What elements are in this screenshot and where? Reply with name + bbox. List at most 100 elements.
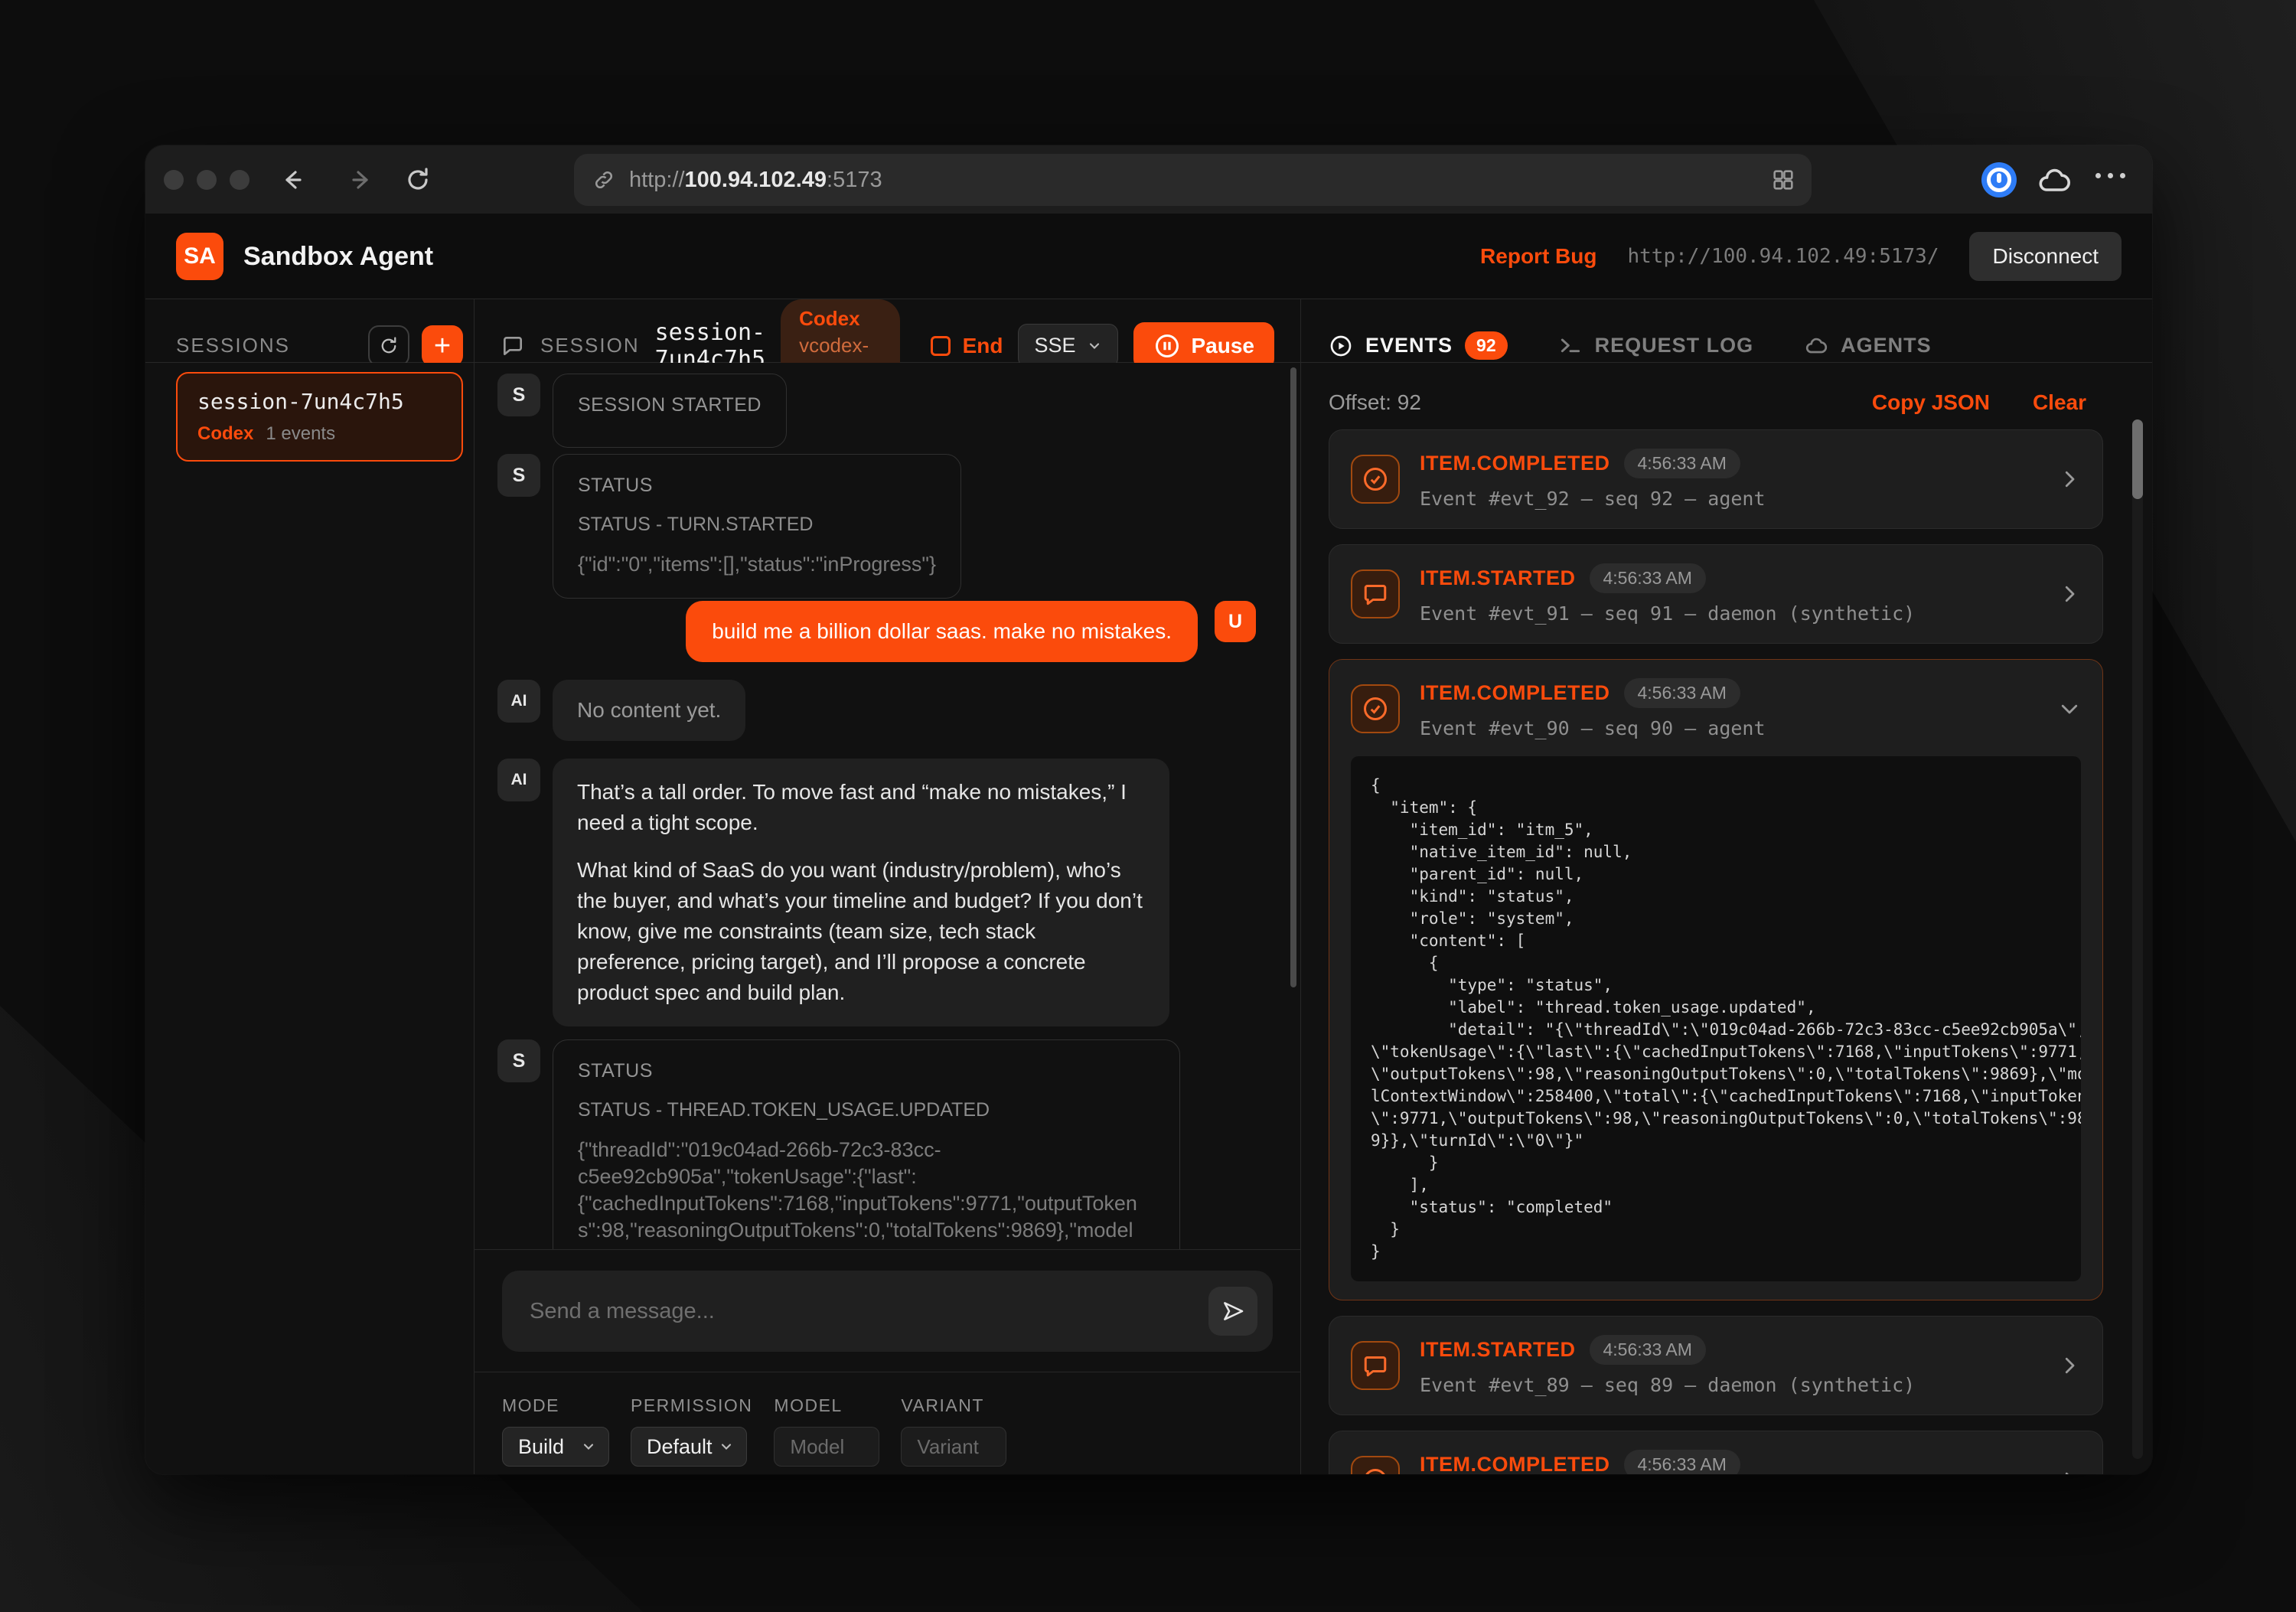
message-status-turn-started: S STATUS STATUS - TURN.STARTED {"id":"0"…	[497, 454, 961, 599]
event-card-expanded[interactable]: ITEM.COMPLETED 4:56:33 AM Event #evt_90 …	[1329, 659, 2103, 1300]
event-meta: Event #evt_89 — seq 89 — daemon (synthet…	[1420, 1374, 2038, 1396]
event-time-badge: 4:56:33 AM	[1590, 563, 1706, 593]
variant-input[interactable]	[901, 1427, 1006, 1467]
event-card[interactable]: ITEM.STARTED 4:56:33 AM Event #evt_91 — …	[1329, 544, 2103, 644]
end-session-button[interactable]: End	[931, 334, 1003, 358]
tab-agents[interactable]: AGENTS	[1804, 334, 1932, 358]
session-item-agent: Codex	[197, 423, 253, 445]
forward-icon[interactable]	[346, 165, 377, 195]
event-time-badge: 4:56:33 AM	[1624, 449, 1740, 478]
transport-select[interactable]: SSE	[1018, 324, 1117, 367]
chat-bubble-icon	[501, 334, 525, 358]
message-bubble: SESSION STARTED	[553, 374, 787, 448]
message-list: S SESSION STARTED S STATUS STATUS - TURN…	[475, 363, 1300, 1249]
password-manager-icon[interactable]	[1981, 162, 2017, 197]
check-circle-icon	[1351, 455, 1400, 504]
browser-menu-icon[interactable]	[2095, 173, 2125, 178]
play-circle-icon	[1329, 334, 1353, 358]
back-icon[interactable]	[277, 165, 308, 195]
event-card[interactable]: ITEM.COMPLETED 4:56:33 AM Event #evt_88 …	[1329, 1431, 2103, 1474]
chat-bubble-icon	[1351, 569, 1400, 618]
chevron-right-icon	[2058, 1354, 2081, 1377]
zoom-window-button[interactable]	[230, 170, 249, 190]
event-time-badge: 4:56:33 AM	[1590, 1335, 1706, 1365]
ai-avatar: AI	[497, 680, 540, 723]
message-bubble: STATUS STATUS - THREAD.TOKEN_USAGE.UPDAT…	[553, 1039, 1180, 1249]
chevron-down-icon	[1087, 338, 1102, 354]
model-input[interactable]	[774, 1427, 879, 1467]
variant-label: VARIANT	[901, 1395, 1006, 1416]
tab-request-log[interactable]: REQUEST LOG	[1558, 334, 1754, 358]
message-user: build me a billion dollar saas. make no …	[686, 601, 1256, 662]
event-time-badge: 4:56:33 AM	[1624, 1450, 1740, 1474]
cloud-icon[interactable]	[2036, 162, 2073, 199]
mode-label: MODE	[502, 1395, 609, 1416]
events-scrollbar-track[interactable]	[2132, 424, 2143, 1459]
user-message-bubble: build me a billion dollar saas. make no …	[686, 601, 1198, 662]
message-input[interactable]	[530, 1299, 1208, 1324]
user-avatar: U	[1215, 601, 1256, 642]
sessions-panel-title: SESSIONS	[176, 334, 290, 357]
model-label: MODEL	[774, 1395, 879, 1416]
cloud-icon	[1804, 334, 1828, 358]
permission-select[interactable]: Default	[631, 1427, 747, 1467]
mode-select[interactable]: Build	[502, 1427, 609, 1467]
event-type: ITEM.COMPLETED	[1420, 1453, 1610, 1474]
system-avatar: S	[497, 1039, 540, 1082]
event-payload: { "item": { "item_id": "itm_5", "native_…	[1351, 756, 2081, 1281]
check-circle-icon	[1351, 1456, 1400, 1474]
event-meta: Event #evt_91 — seq 91 — daemon (synthet…	[1420, 602, 2038, 625]
clear-events-button[interactable]: Clear	[2033, 390, 2086, 415]
app-header: SA Sandbox Agent Report Bug http://100.9…	[145, 214, 2152, 299]
system-avatar: S	[497, 374, 540, 416]
session-label: SESSION	[540, 334, 640, 357]
main-content: session-7un4c7h5 Codex 1 events S SESSIO…	[145, 363, 2152, 1474]
url-bar[interactable]: http://100.94.102.49:5173	[574, 154, 1812, 206]
chevron-down-icon	[719, 1439, 734, 1454]
tab-events[interactable]: EVENTS 92	[1329, 331, 1508, 360]
message-bubble: STATUS STATUS - TURN.STARTED {"id":"0","…	[553, 454, 961, 599]
message-composer	[502, 1271, 1273, 1352]
report-bug-link[interactable]: Report Bug	[1480, 244, 1596, 269]
variant-control: VARIANT	[901, 1395, 1006, 1474]
chat-bubble-icon	[1351, 1341, 1400, 1390]
message-status-token-usage: S STATUS STATUS - THREAD.TOKEN_USAGE.UPD…	[497, 1039, 1180, 1249]
close-window-button[interactable]	[164, 170, 184, 190]
offset-label: Offset: 92	[1329, 390, 1421, 415]
link-icon	[592, 168, 615, 191]
event-type: ITEM.COMPLETED	[1420, 681, 1610, 705]
model-control: MODEL	[774, 1395, 879, 1474]
event-type: ITEM.COMPLETED	[1420, 452, 1610, 475]
event-payload-json: { "item": { "item_id": "itm_5", "native_…	[1371, 775, 2061, 1263]
terminal-icon	[1558, 334, 1583, 358]
message-session-started: S SESSION STARTED	[497, 374, 787, 448]
copy-json-button[interactable]: Copy JSON	[1872, 390, 1990, 415]
divider	[475, 1249, 1300, 1250]
send-button[interactable]	[1208, 1287, 1257, 1336]
event-type: ITEM.STARTED	[1420, 566, 1576, 590]
chat-scrollbar-thumb[interactable]	[1290, 367, 1296, 987]
browser-chrome: http://100.94.102.49:5173	[145, 145, 2152, 214]
session-item-name: session-7un4c7h5	[197, 389, 442, 414]
refresh-icon[interactable]	[403, 165, 433, 195]
disconnect-button[interactable]: Disconnect	[1969, 232, 2122, 281]
session-list-item[interactable]: session-7un4c7h5 Codex 1 events	[176, 372, 463, 462]
app-title: Sandbox Agent	[243, 242, 433, 272]
refresh-sessions-button[interactable]	[368, 325, 409, 367]
event-card[interactable]: ITEM.COMPLETED 4:56:33 AM Event #evt_92 …	[1329, 429, 2103, 529]
minimize-window-button[interactable]	[197, 170, 217, 190]
event-card[interactable]: ITEM.STARTED 4:56:33 AM Event #evt_89 — …	[1329, 1316, 2103, 1415]
permission-label: PERMISSION	[631, 1395, 752, 1416]
chevron-down-icon	[581, 1439, 596, 1454]
session-controls: MODE Build PERMISSION Default	[475, 1372, 1300, 1474]
browser-window: http://100.94.102.49:5173 SA Sandbox Age…	[145, 145, 2152, 1474]
events-count-badge: 92	[1465, 331, 1508, 360]
events-panel-header: Offset: 92 Copy JSON Clear	[1301, 384, 2152, 421]
desktop-background: http://100.94.102.49:5173 SA Sandbox Age…	[0, 0, 2296, 1612]
sessions-sidebar: session-7un4c7h5 Codex 1 events	[145, 363, 475, 1474]
events-scrollbar-thumb[interactable]	[2132, 419, 2143, 499]
chevron-right-icon	[2058, 582, 2081, 605]
permission-control: PERMISSION Default	[631, 1395, 752, 1474]
new-session-button[interactable]: +	[422, 325, 463, 367]
extensions-grid-icon[interactable]	[1770, 167, 1796, 193]
